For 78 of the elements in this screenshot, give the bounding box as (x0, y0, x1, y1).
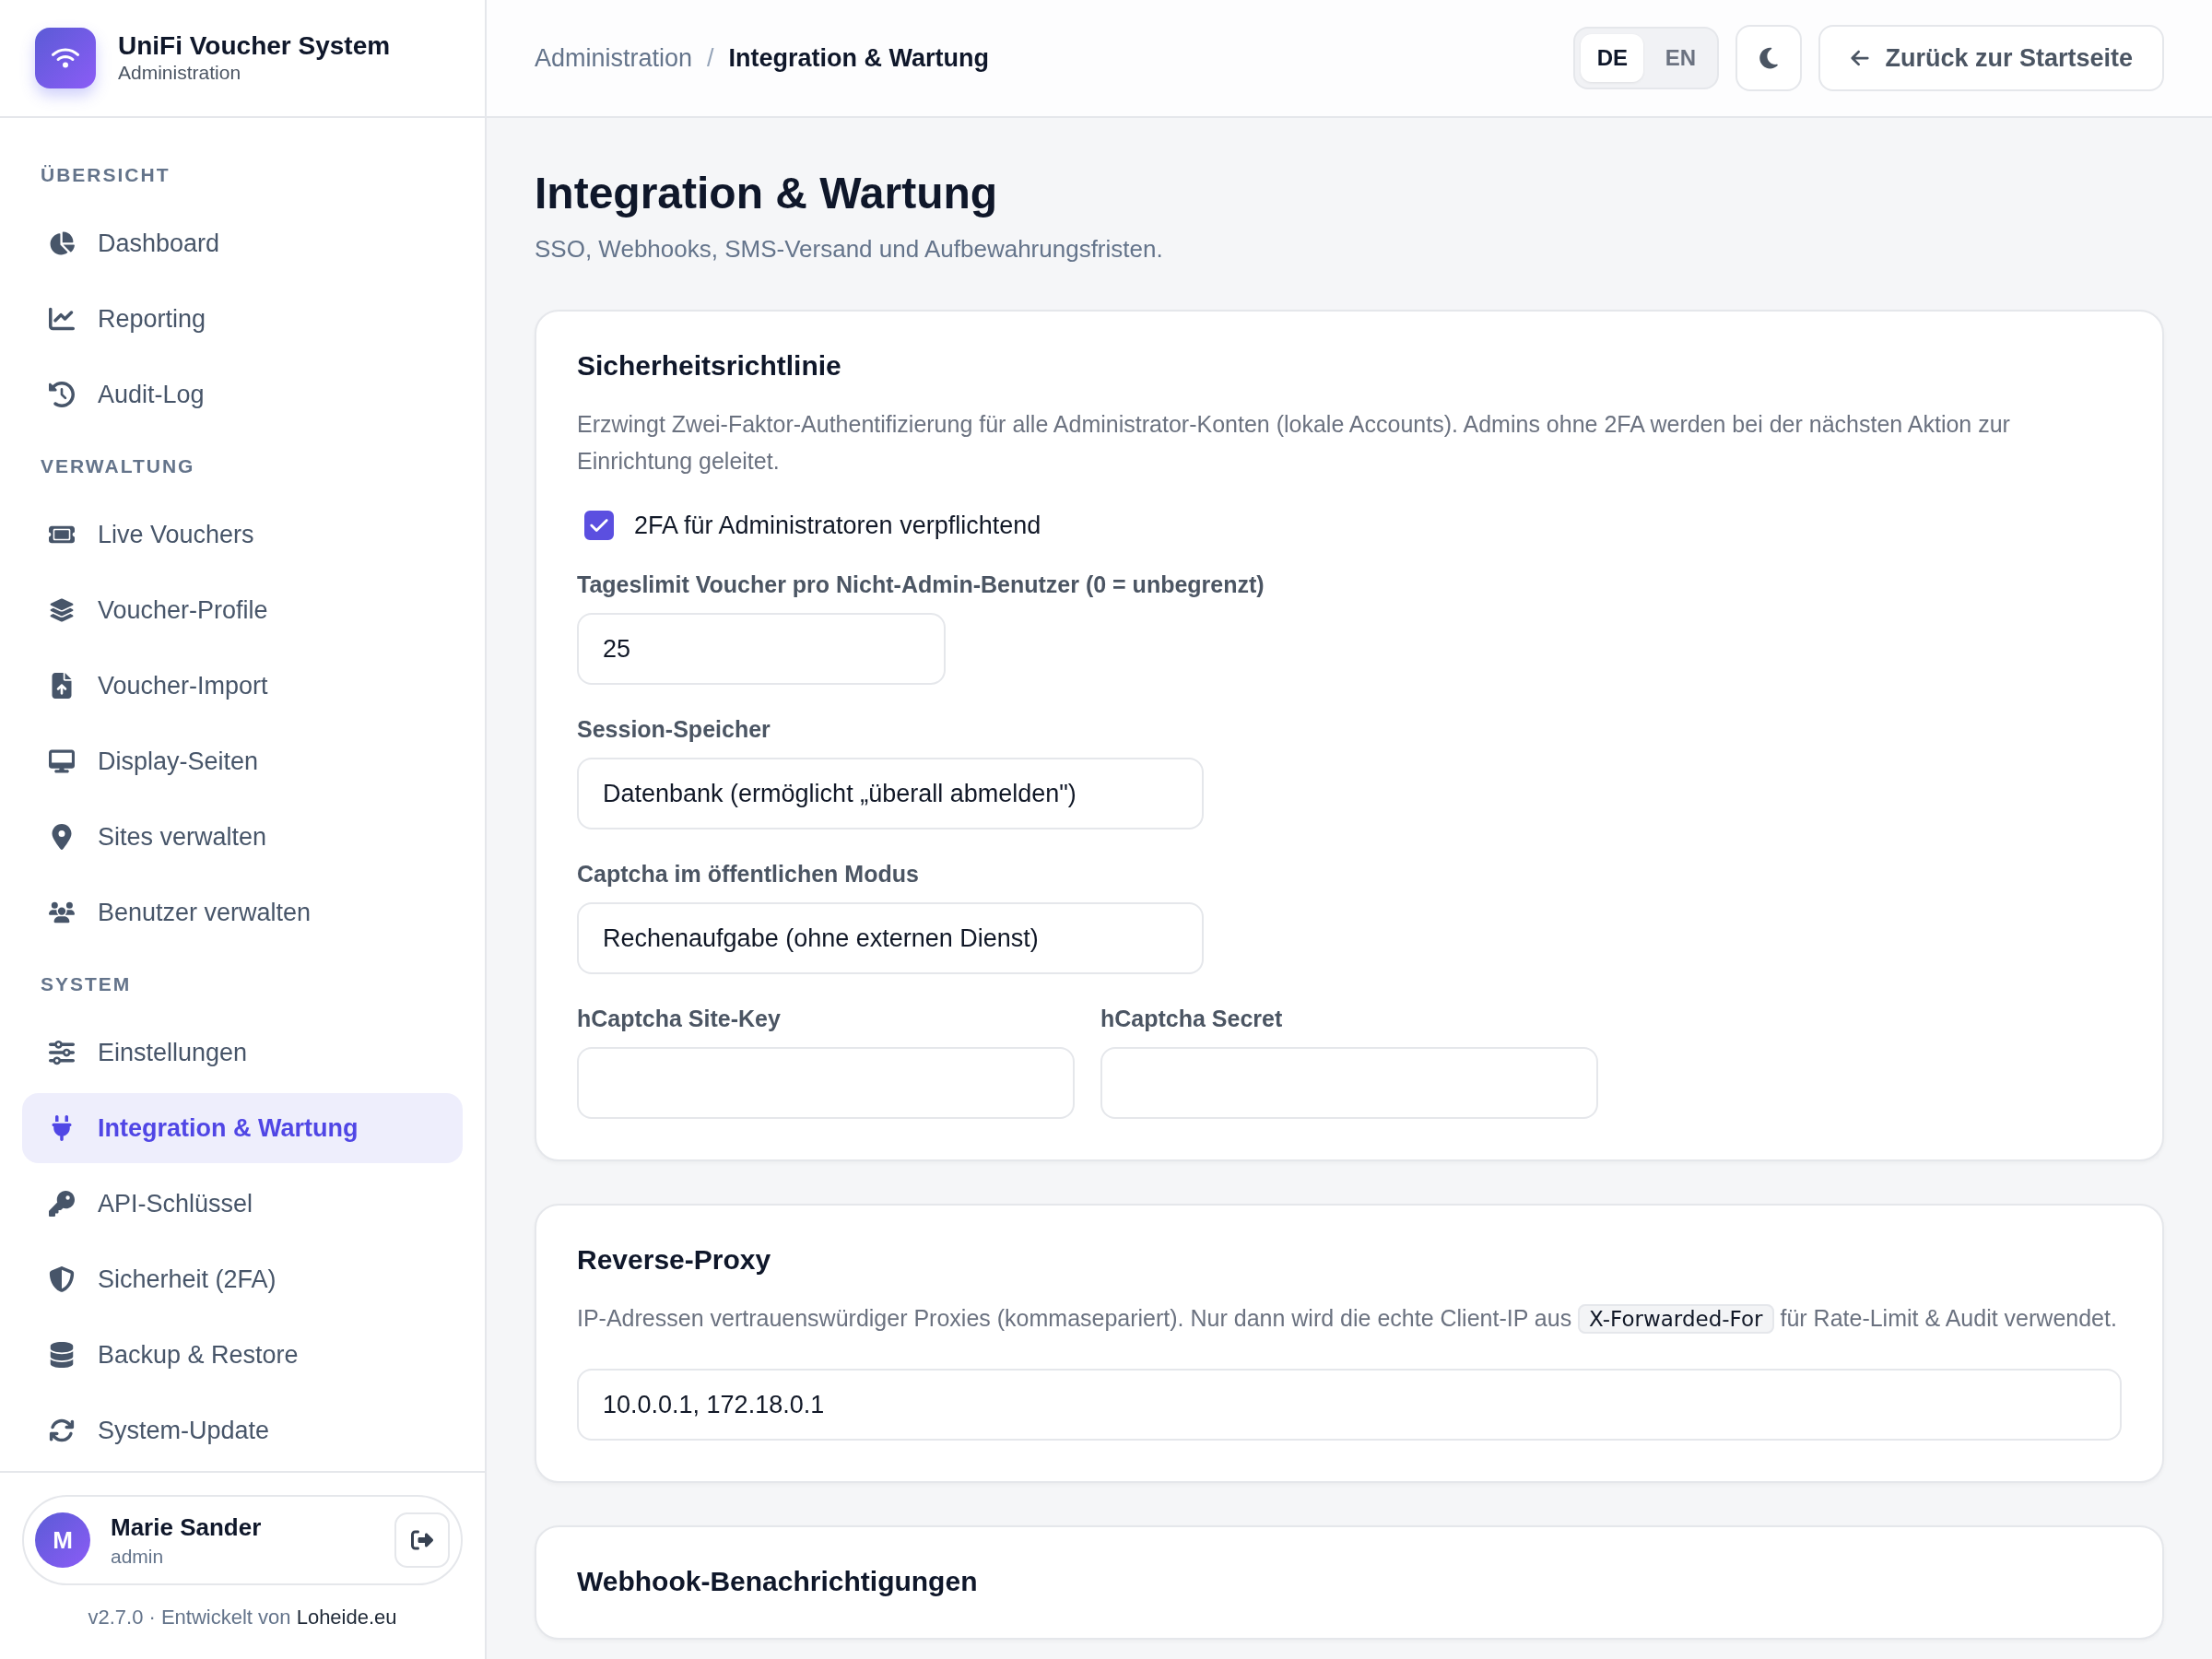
logout-button[interactable] (394, 1512, 450, 1568)
dark-mode-button[interactable] (1735, 25, 1803, 91)
sidebar-item-label: System-Update (98, 1416, 270, 1445)
sidebar-item-label: Live Vouchers (98, 520, 254, 549)
breadcrumb-item: Integration & Wartung (728, 43, 990, 73)
field-label: Session-Speicher (577, 716, 771, 743)
author-link[interactable]: Loheide.eu (296, 1606, 397, 1629)
user-name: Marie Sander (111, 1512, 262, 1542)
sidebar-item-label: Backup & Restore (98, 1340, 299, 1370)
sidebar-item[interactable]: Sicherheit (2FA) (22, 1244, 463, 1314)
checkbox[interactable] (584, 511, 614, 540)
sidebar-item[interactable]: API-Schlüssel (22, 1169, 463, 1239)
sidebar-item-label: API-Schlüssel (98, 1189, 253, 1218)
language-option[interactable]: DE (1581, 34, 1644, 82)
sliders-icon (46, 1040, 77, 1065)
sidebar-item-label: Dashboard (98, 229, 220, 258)
sidebar-item[interactable]: Audit-Log (22, 359, 463, 429)
arrow-left-icon (1850, 48, 1871, 68)
language-option[interactable]: EN (1649, 34, 1712, 82)
user-role: admin (111, 1545, 165, 1568)
sidebar-item[interactable]: Voucher-Import (22, 651, 463, 721)
sidebar-item-label: Audit-Log (98, 380, 205, 409)
input-field[interactable] (577, 1047, 1075, 1119)
sidebar-item[interactable]: Dashboard (22, 208, 463, 278)
version-text: v2.7.0 · Entwickelt von Loheide.eu (88, 1606, 397, 1630)
input-field[interactable] (1100, 1047, 1598, 1119)
users-icon (46, 900, 77, 925)
history-icon (46, 382, 77, 407)
monitor-icon (46, 748, 77, 774)
sidebar-item[interactable]: Benutzer verwalten (22, 877, 463, 947)
select-field[interactable]: Datenbank (ermöglicht „überall abmelden") (577, 758, 1204, 830)
section-heading: VERWALTUNG (40, 455, 196, 477)
code-tag: X-Forwarded-For (1578, 1304, 1774, 1334)
app-title: UniFi Voucher System (118, 32, 391, 61)
line-chart-icon (46, 306, 77, 332)
back-button[interactable]: Zurück zur Startseite (1818, 25, 2164, 91)
section-heading: ÜBERSICHT (40, 164, 171, 186)
sidebar-item-label: Reporting (98, 304, 206, 334)
sidebar-item-label: Sites verwalten (98, 822, 267, 852)
sidebar-item[interactable]: Reporting (22, 284, 463, 354)
field-label: Captcha im öffentlichen Modus (577, 861, 920, 888)
field-label: hCaptcha Site-Key (577, 1006, 782, 1032)
breadcrumb-item[interactable]: Administration (535, 43, 693, 73)
sidebar-item[interactable]: System-Update (22, 1395, 463, 1465)
checkbox-label: 2FA für Administratoren verpflichtend (634, 511, 1041, 540)
sidebar-item-label: Einstellungen (98, 1038, 248, 1067)
logout-icon (411, 1529, 433, 1551)
card-title: Sicherheitsrichtlinie (577, 350, 842, 382)
sidebar-item[interactable]: Voucher-Profile (22, 575, 463, 645)
sidebar-item-label: Display-Seiten (98, 747, 259, 776)
key-icon (46, 1191, 77, 1217)
sidebar-item-label: Voucher-Profile (98, 595, 268, 625)
wifi-logo-icon (35, 28, 96, 88)
app-subtitle: Administration (118, 60, 242, 84)
sidebar-item-label: Integration & Wartung (98, 1113, 359, 1143)
sidebar-item-label: Voucher-Import (98, 671, 268, 700)
card-description: Erzwingt Zwei-Faktor-Authentifizierung für alle Administrator-Konten (lokale Accounts). Admins ohne 2FA werden bei der nächsten Aktion zur Einrichtung geleitet. (577, 410, 2011, 476)
sidebar-item[interactable]: Live Vouchers (22, 500, 463, 570)
card-title: Reverse-Proxy (577, 1244, 772, 1276)
sidebar-item-label: Benutzer verwalten (98, 898, 312, 927)
breadcrumb-separator: / (707, 43, 714, 73)
card-title: Webhook-Benachrichtigungen (577, 1566, 979, 1597)
field-label: Tageslimit Voucher pro Nicht-Admin-Benutzer (0 = unbegrenzt) (577, 571, 1265, 598)
sidebar-item[interactable]: Display-Seiten (22, 726, 463, 796)
input-field[interactable]: 10.0.0.1, 172.18.0.1 (577, 1369, 2122, 1441)
select-field[interactable]: Rechenaufgabe (ohne externen Dienst) (577, 902, 1204, 974)
page-subtitle: SSO, Webhooks, SMS-Versand und Aufbewahrungsfristen. (535, 235, 1164, 264)
section-heading: SYSTEM (40, 973, 133, 995)
sidebar-item[interactable]: Integration & Wartung (22, 1093, 463, 1163)
sidebar-item[interactable]: Backup & Restore (22, 1320, 463, 1390)
card-description: IP-Adressen vertrauenswürdiger Proxies (kommasepariert). Nur dann wird die echte Client-IP aus X-Forwarded-For für Rate-Limit & Audit verwendet. (577, 1300, 2122, 1337)
sidebar-item[interactable]: Sites verwalten (22, 802, 463, 872)
page-title: Integration & Wartung (535, 168, 999, 218)
sidebar-item-label: Sicherheit (2FA) (98, 1265, 276, 1294)
sidebar-item[interactable]: Einstellungen (22, 1018, 463, 1088)
field-label: hCaptcha Secret (1100, 1006, 1284, 1032)
input-field[interactable]: 25 (577, 613, 946, 685)
user-avatar: M (35, 1512, 90, 1568)
